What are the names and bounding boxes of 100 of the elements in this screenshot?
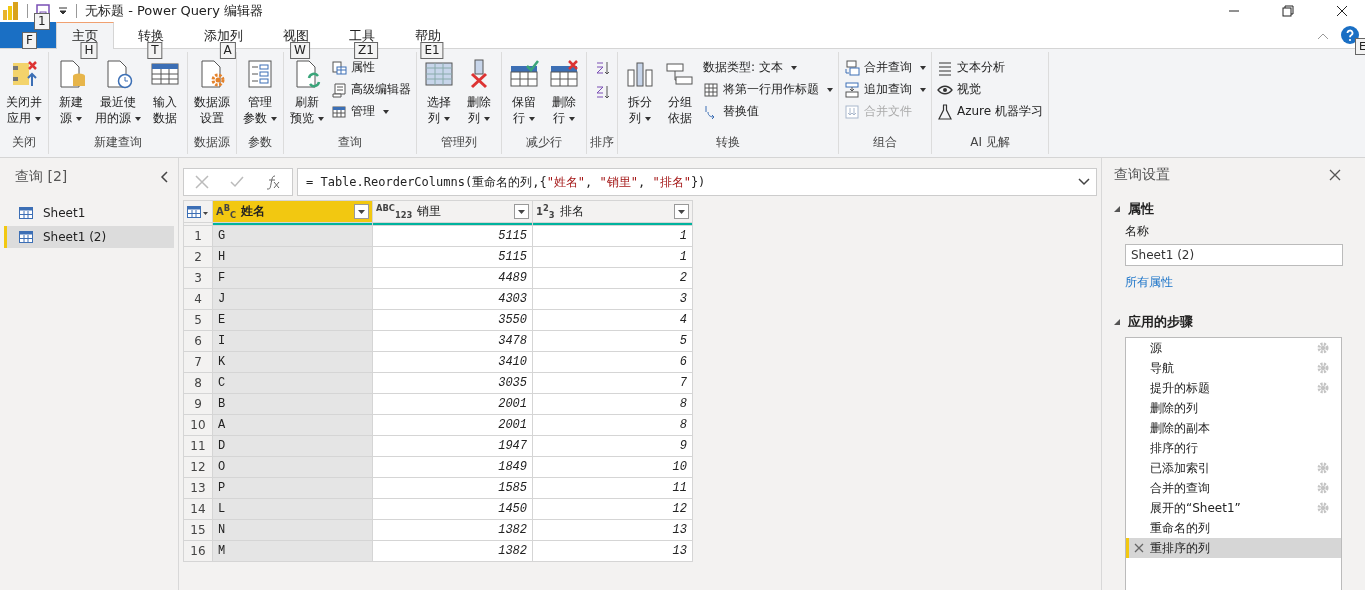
table-cell: 1849: [372, 456, 533, 478]
queries-title: 查询 [2]: [15, 168, 68, 186]
row-number: 14: [183, 498, 213, 520]
row-number: 15: [183, 519, 213, 541]
applied-step[interactable]: 导航: [1126, 358, 1341, 378]
function-icon[interactable]: [265, 174, 282, 190]
table-cell: 13: [532, 540, 693, 562]
help-icon[interactable]: [1341, 26, 1359, 44]
ribbon-button[interactable]: 输入 数据: [146, 56, 184, 134]
applied-step[interactable]: 删除的列: [1126, 398, 1341, 418]
ribbon-button[interactable]: 数据类型: 文本: [701, 58, 835, 77]
collapse-ribbon-icon[interactable]: [1317, 32, 1329, 40]
app-logo-icon: [3, 2, 19, 20]
ribbon-button[interactable]: 新建 源: [52, 56, 90, 134]
collapse-triangle-icon[interactable]: [1114, 206, 1120, 212]
applied-step[interactable]: 源: [1126, 338, 1341, 358]
ribbon-button[interactable]: 最近使 用的源: [92, 56, 144, 134]
expand-icon[interactable]: [1078, 178, 1090, 186]
row-number: 9: [183, 393, 213, 415]
sort-descending-icon[interactable]: [594, 84, 610, 100]
ribbon-button[interactable]: 保留 行: [505, 56, 543, 134]
applied-step[interactable]: 重命名的列: [1126, 518, 1341, 538]
text-lines-icon: [937, 59, 953, 76]
table-cell: 1947: [372, 435, 533, 457]
properties-icon: [331, 59, 347, 76]
name-field[interactable]: Sheet1 (2): [1125, 244, 1343, 266]
ribbon-button[interactable]: 删除 行: [545, 56, 583, 134]
table-icon: [19, 207, 33, 219]
collapse-triangle-icon[interactable]: [1114, 319, 1120, 325]
restore-icon[interactable]: [1282, 5, 1294, 17]
group-label: 新建查询: [93, 134, 143, 151]
group-label: 转换: [715, 134, 741, 151]
group-label: 排序: [590, 134, 614, 151]
table-menu-icon[interactable]: [187, 204, 209, 219]
table-cell: 13: [532, 519, 693, 541]
applied-step[interactable]: 合并的查询: [1126, 478, 1341, 498]
dropdown-icon[interactable]: [58, 6, 68, 16]
check-icon[interactable]: [230, 175, 244, 189]
merge-queries-icon: [844, 59, 860, 76]
ribbon-button[interactable]: 分组 依据: [661, 56, 699, 134]
ribbon-button[interactable]: 文本分析: [935, 58, 1045, 77]
applied-step[interactable]: 提升的标题: [1126, 378, 1341, 398]
row-number: 7: [183, 351, 213, 373]
applied-step[interactable]: 删除的副本: [1126, 418, 1341, 438]
group-label: AI 见解: [969, 134, 1011, 151]
query-item[interactable]: Sheet1 (2): [4, 226, 174, 248]
applied-step[interactable]: 展开的“Sheet1”: [1126, 498, 1341, 518]
applied-step[interactable]: 重排序的列: [1126, 538, 1341, 558]
ribbon-button[interactable]: 数据源 设置: [191, 56, 233, 134]
keytip-tooltip: T: [147, 42, 163, 59]
filter-dropdown-icon[interactable]: [354, 204, 369, 219]
ribbon-button[interactable]: 选择 列: [420, 56, 458, 134]
table-cell: 6: [532, 351, 693, 373]
column-header[interactable]: 1$^{2}$$_{3}$ 排名: [532, 200, 693, 223]
close-icon[interactable]: [1336, 5, 1348, 17]
row-number: 5: [183, 309, 213, 331]
ribbon-button[interactable]: 拆分 列: [621, 56, 659, 134]
filter-dropdown-icon[interactable]: [514, 204, 529, 219]
applied-step[interactable]: 排序的行: [1126, 438, 1341, 458]
delete-icon[interactable]: [1133, 543, 1144, 553]
table-cell: 2001: [372, 393, 533, 415]
append-queries-icon: [844, 81, 860, 98]
table-cell: 1450: [372, 498, 533, 520]
field-label: 名称: [1125, 223, 1149, 240]
ribbon-button[interactable]: 追加查询: [842, 80, 928, 99]
ribbon-button[interactable]: 替换值: [701, 102, 835, 121]
table-cell: 1382: [372, 540, 533, 562]
table-cell: 3410: [372, 351, 533, 373]
ribbon-button[interactable]: 删除 列: [460, 56, 498, 134]
collapse-icon[interactable]: [160, 171, 168, 183]
query-item[interactable]: Sheet1: [4, 202, 174, 224]
all-properties-link[interactable]: 所有属性: [1125, 274, 1173, 291]
table-cell: 8: [532, 393, 693, 415]
filter-dropdown-icon[interactable]: [674, 204, 689, 219]
table-icon: [19, 231, 33, 243]
close-icon[interactable]: [1329, 169, 1341, 181]
ribbon-button[interactable]: 管理 参数: [240, 56, 280, 134]
ribbon-button[interactable]: 合并查询: [842, 58, 928, 77]
row-number: 2: [183, 246, 213, 268]
ribbon-button[interactable]: 高级编辑器: [329, 80, 413, 99]
ribbon-button[interactable]: 管理: [329, 102, 413, 121]
table-cell: 12: [532, 498, 693, 520]
keytip-tooltip: W: [290, 42, 310, 59]
keytip-tooltip: E: [1355, 38, 1365, 55]
column-header[interactable]: A$^{B}$$_{C}$ 姓名: [212, 200, 373, 223]
ribbon-button[interactable]: Azure 机器学习: [935, 102, 1045, 121]
ribbon-button[interactable]: 视觉: [935, 80, 1045, 99]
ribbon-button[interactable]: 刷新 预览: [287, 56, 327, 134]
table-cell: 1: [532, 225, 693, 247]
applied-step[interactable]: 已添加索引: [1126, 458, 1341, 478]
sort-ascending-icon[interactable]: [594, 60, 610, 76]
table-header-icon: [703, 81, 719, 98]
keytip-tooltip: Z1: [354, 42, 378, 59]
ribbon-button[interactable]: 将第一行用作标题: [701, 80, 835, 99]
keytip-tooltip: H: [80, 42, 98, 59]
table-cell: 8: [532, 414, 693, 436]
formula-field[interactable]: = Table.ReorderColumns(重命名的列,{"姓名", "销里", "排名"}): [297, 168, 1097, 196]
ribbon-button[interactable]: 属性: [329, 58, 413, 77]
ribbon-button[interactable]: 关闭并 应用: [3, 56, 45, 134]
table-cell: 10: [532, 456, 693, 478]
